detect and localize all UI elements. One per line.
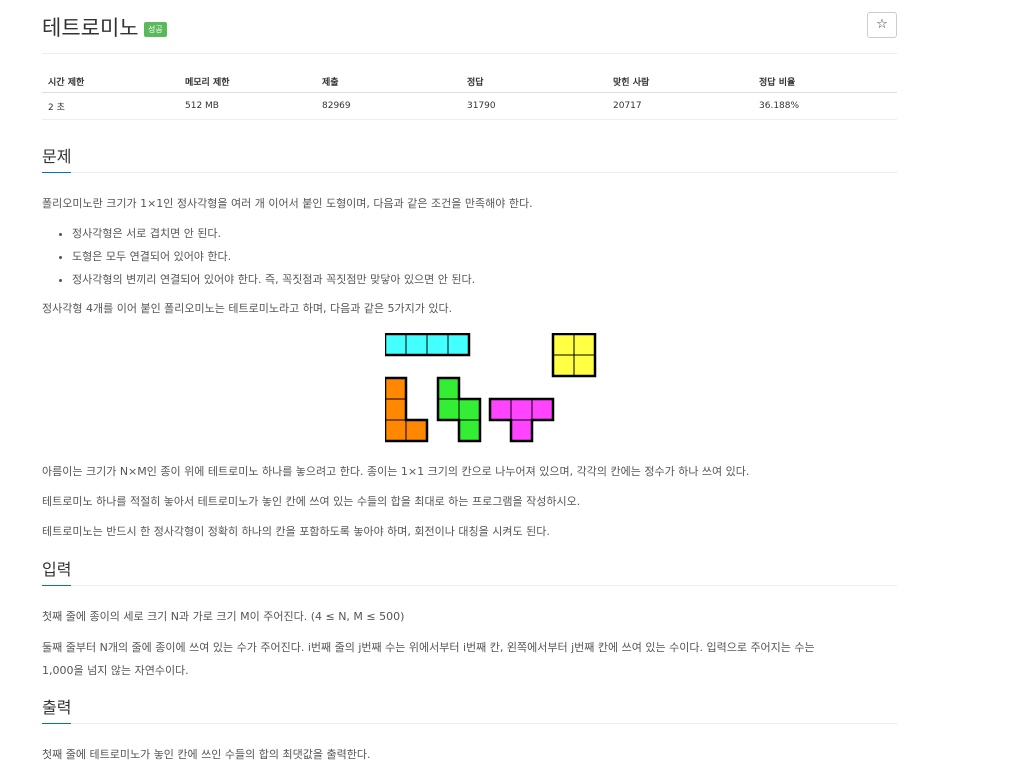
tetromino-s-cell: [437, 377, 460, 400]
tetromino-s: [436, 376, 482, 443]
value-submissions: 82969: [316, 92, 461, 120]
tetromino-s-cell: [437, 398, 460, 421]
input-line-3: 1,000을 넘지 않는 자연수이다.: [42, 664, 189, 677]
input-line-2: 둘째 줄부터 N개의 줄에 종이에 쓰여 있는 수가 주어진다. i번째 줄의 …: [42, 641, 815, 654]
problem-header: 테트로미노 성공 ☆: [42, 0, 897, 54]
tetromino-i-cell: [426, 333, 449, 356]
header-solvers: 맞힌 사람: [607, 70, 753, 93]
value-time-limit: 2 초: [42, 92, 179, 120]
value-accept-ratio: 36.188%: [753, 92, 897, 120]
list-item: 도형은 모두 연결되어 있어야 한다.: [72, 245, 475, 268]
problem-para-1: 아름이는 크기가 N×M인 종이 위에 테트로미노 하나를 놓으려고 한다. 종…: [42, 465, 750, 478]
tetromino-o-cell: [573, 333, 596, 356]
list-item: 정사각형의 변끼리 연결되어 있어야 한다. 즉, 꼭짓점과 꼭짓점만 맞닿아 …: [72, 268, 475, 291]
tetromino-t-cell: [510, 398, 533, 421]
tetromino-t: [488, 397, 555, 443]
tetromino-o-cell: [552, 354, 575, 377]
problem-intro-text: 폴리오미노란 크기가 1×1인 정사각형을 여러 개 이어서 붙인 도형이며, …: [42, 197, 533, 210]
tetromino-s-cell: [458, 398, 481, 421]
status-badge: 성공: [144, 22, 167, 37]
star-icon: ☆: [876, 17, 888, 32]
tetromino-t-cell: [531, 398, 554, 421]
problem-para-3: 테트로미노는 반드시 한 정사각형이 정확히 하나의 칸을 포함하도록 놓아야 …: [42, 525, 550, 538]
section-output-heading: 출력: [42, 693, 897, 724]
tetromino-t-cell: [489, 398, 512, 421]
tetromino-o: [551, 333, 597, 378]
header-memory-limit: 메모리 제한: [179, 70, 316, 93]
tetromino-intro-text: 정사각형 4개를 이어 붙인 폴리오미노는 테트로미노라고 하며, 다음과 같은…: [42, 302, 453, 315]
tetromino-i-cell: [447, 333, 470, 356]
tetromino-s-cell: [458, 419, 481, 442]
tetromino-figure: [385, 333, 597, 443]
tetromino-l-cell: [385, 377, 407, 400]
problem-para-2: 테트로미노 하나를 적절히 놓아서 테트로미노가 놓인 칸에 쓰여 있는 수들의…: [42, 495, 581, 508]
header-time-limit: 시간 제한: [42, 70, 179, 93]
tetromino-o-cell: [573, 354, 596, 377]
tetromino-i-cell: [405, 333, 428, 356]
tetromino-l: [385, 376, 429, 443]
value-solvers: 20717: [607, 92, 753, 120]
output-line-1: 첫째 줄에 테트로미노가 놓인 칸에 쓰인 수들의 합의 최댓값을 출력한다.: [42, 748, 371, 761]
section-problem-title: 문제: [42, 143, 72, 173]
tetromino-t-cell: [510, 419, 533, 442]
section-problem-heading: 문제: [42, 142, 897, 173]
section-input-heading: 입력: [42, 555, 897, 586]
tetromino-o-cell: [552, 333, 575, 356]
list-item: 정사각형은 서로 겹치면 안 된다.: [72, 222, 475, 245]
page-title: 테트로미노: [42, 16, 139, 40]
table-row: 2 초 512 MB 82969 31790 20717 36.188%: [42, 92, 897, 120]
header-accept-ratio: 정답 비율: [753, 70, 897, 93]
problem-container: 테트로미노 성공 ☆ 시간 제한 메모리 제한 제출 정답 맞힌 사람 정답 비…: [42, 0, 897, 761]
rules-list: 정사각형은 서로 겹치면 안 된다. 도형은 모두 연결되어 있어야 한다. 정…: [42, 222, 475, 291]
section-input-title: 입력: [42, 556, 72, 586]
tetromino-i: [385, 333, 471, 357]
favorite-button[interactable]: ☆: [867, 12, 897, 38]
value-accepted: 31790: [461, 92, 607, 120]
header-submissions: 제출: [316, 70, 461, 93]
tetromino-l-cell: [405, 419, 428, 442]
input-line-1: 첫째 줄에 종이의 세로 크기 N과 가로 크기 M이 주어진다. (4 ≤ N…: [42, 610, 405, 623]
value-memory-limit: 512 MB: [179, 92, 316, 120]
tetromino-l-cell: [385, 419, 407, 442]
problem-info-table: 시간 제한 메모리 제한 제출 정답 맞힌 사람 정답 비율 2 초 512 M…: [42, 70, 897, 120]
table-header-row: 시간 제한 메모리 제한 제출 정답 맞힌 사람 정답 비율: [42, 70, 897, 93]
header-accepted: 정답: [461, 70, 607, 93]
section-output-title: 출력: [42, 694, 72, 724]
tetromino-l-cell: [385, 398, 407, 421]
tetromino-i-cell: [385, 333, 407, 356]
